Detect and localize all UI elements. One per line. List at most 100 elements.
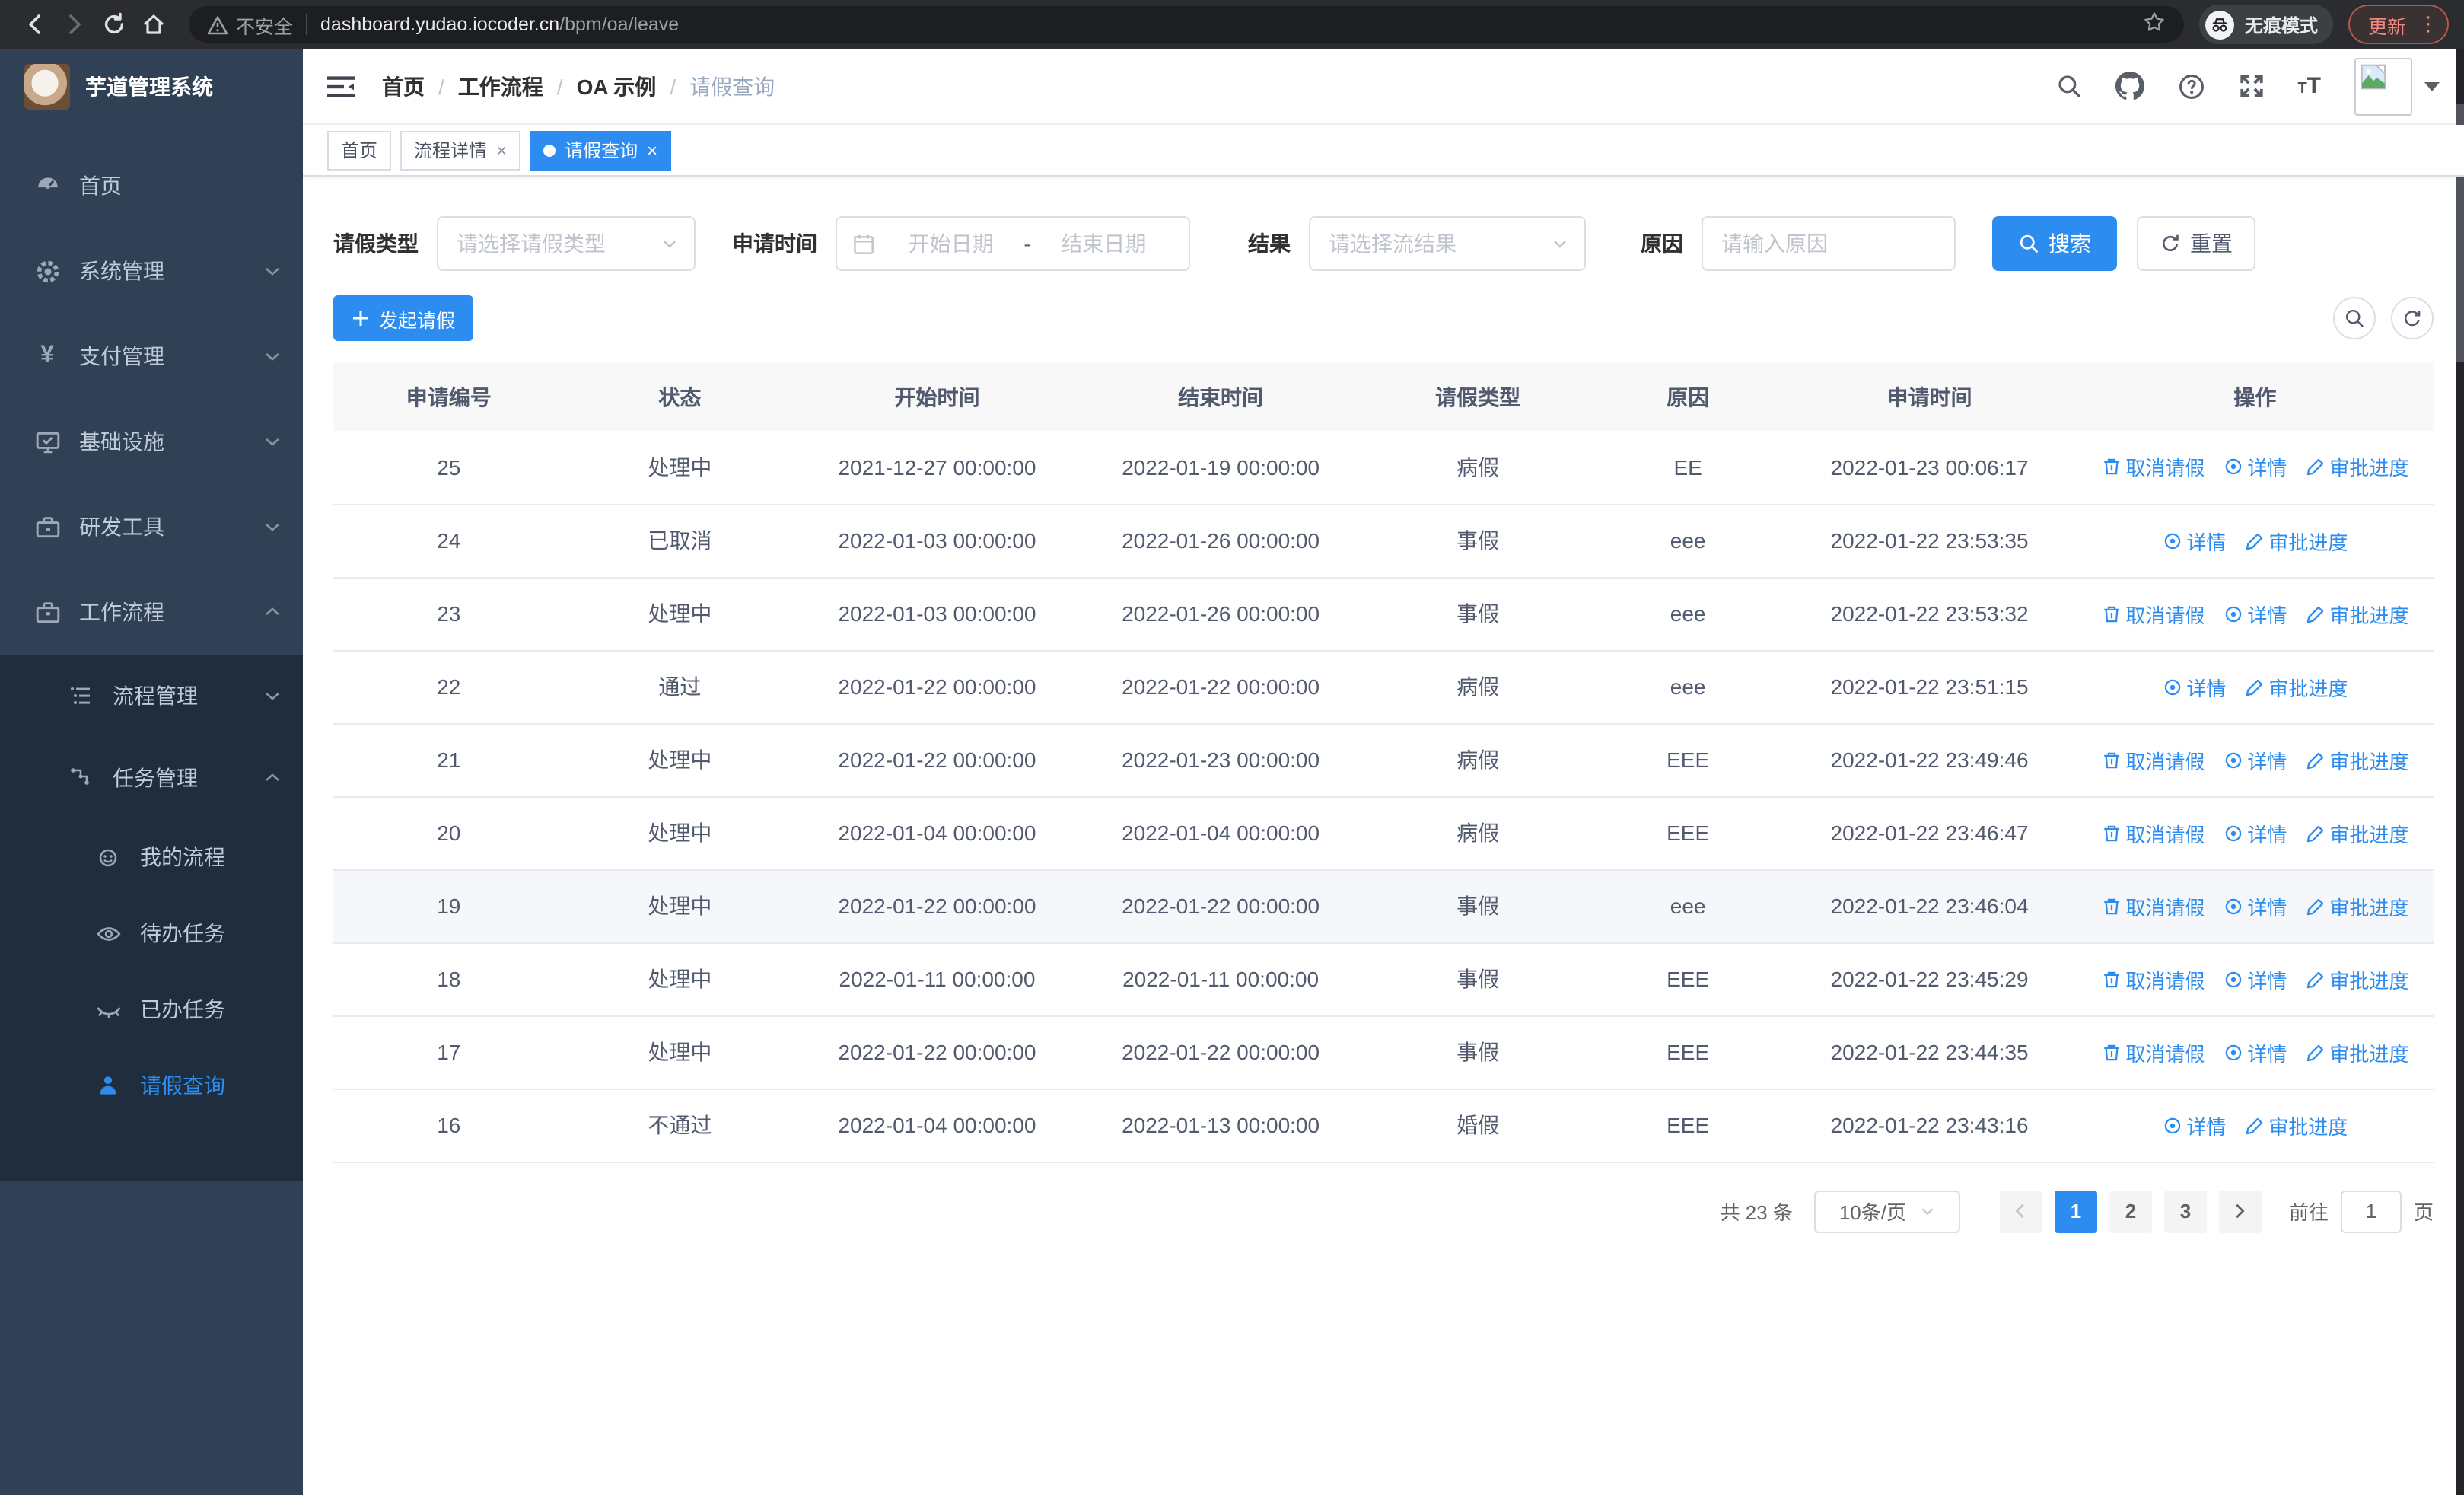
- approval-progress-link[interactable]: 审批进度: [2305, 891, 2408, 920]
- sidebar-item-label: 首页: [79, 174, 122, 198]
- reset-button[interactable]: 重置: [2137, 216, 2255, 271]
- cell-leave-type: 事假: [1362, 577, 1593, 651]
- approval-progress-link[interactable]: 审批进度: [2305, 964, 2408, 993]
- chevron-down-icon: [263, 347, 282, 365]
- forward-icon: [55, 5, 94, 44]
- cell-status: 通过: [564, 650, 796, 724]
- sidebar-item-done-tasks[interactable]: 已办任务: [0, 971, 303, 1047]
- cancel-leave-link[interactable]: 取消请假: [2101, 745, 2205, 774]
- reason-input[interactable]: [1721, 231, 1936, 256]
- detail-link[interactable]: 详情: [2223, 964, 2287, 993]
- action-label: 取消请假: [2125, 896, 2205, 919]
- detail-link[interactable]: 详情: [2223, 891, 2287, 920]
- goto-page-input[interactable]: [2340, 1190, 2402, 1232]
- avatar-caret-icon[interactable]: [2424, 81, 2440, 91]
- app-title: 芋道管理系统: [85, 75, 213, 99]
- eye-icon: [94, 920, 122, 946]
- cancel-leave-link[interactable]: 取消请假: [2101, 964, 2205, 993]
- breadcrumb-home[interactable]: 首页: [382, 71, 425, 101]
- page-size-select[interactable]: 10条/页: [1813, 1190, 1960, 1232]
- leave-type-select[interactable]: 请选择请假类型: [437, 216, 696, 271]
- sidebar-item-leave-query[interactable]: 请假查询: [0, 1047, 303, 1124]
- sidebar-item-infrastructure[interactable]: 基础设施: [0, 399, 303, 484]
- create-leave-button[interactable]: 发起请假: [333, 295, 474, 341]
- cancel-leave-link[interactable]: 取消请假: [2101, 891, 2205, 920]
- result-select[interactable]: 请选择流结果: [1309, 216, 1586, 271]
- home-icon[interactable]: [134, 5, 173, 44]
- font-size-icon[interactable]: TT: [2297, 75, 2321, 97]
- end-date-placeholder[interactable]: 结束日期: [1034, 228, 1173, 259]
- detail-link[interactable]: 详情: [2162, 672, 2226, 701]
- table-row: 17 处理中 2022-01-22 00:00:00 2022-01-22 00:00…: [333, 1015, 2434, 1089]
- tab-process-detail[interactable]: 流程详情 ×: [400, 130, 521, 170]
- browser-menu-icon[interactable]: ⋮: [2418, 12, 2438, 37]
- page-button-2[interactable]: 2: [2109, 1190, 2152, 1232]
- close-icon[interactable]: ×: [496, 139, 507, 161]
- approval-progress-link[interactable]: 审批进度: [2244, 526, 2348, 555]
- reason-label: 原因: [1641, 231, 1683, 256]
- bookmark-star-icon[interactable]: [2143, 11, 2166, 38]
- approval-progress-link[interactable]: 审批进度: [2305, 818, 2408, 847]
- cell-operations: 详情 审批进度: [2076, 650, 2434, 724]
- approval-progress-link[interactable]: 审批进度: [2305, 453, 2408, 482]
- sidebar-item-devtools[interactable]: 研发工具: [0, 484, 303, 569]
- page-scrollbar[interactable]: [2456, 49, 2464, 1495]
- fullscreen-icon[interactable]: [2238, 73, 2264, 99]
- detail-link[interactable]: 详情: [2162, 1111, 2226, 1140]
- search-icon[interactable]: [2055, 73, 2081, 99]
- sidebar-item-system[interactable]: 系统管理: [0, 228, 303, 314]
- back-icon[interactable]: [15, 5, 55, 44]
- breadcrumb-workflow[interactable]: 工作流程: [458, 71, 543, 101]
- cancel-leave-link[interactable]: 取消请假: [2101, 1038, 2205, 1066]
- sidebar-collapse-icon[interactable]: [327, 74, 355, 98]
- detail-link[interactable]: 详情: [2223, 453, 2287, 482]
- help-icon[interactable]: [2177, 72, 2205, 100]
- security-label: 不安全: [236, 16, 294, 37]
- update-button[interactable]: 更新 ⋮: [2348, 5, 2449, 44]
- close-icon[interactable]: ×: [647, 139, 657, 161]
- cancel-leave-link[interactable]: 取消请假: [2101, 599, 2205, 628]
- sidebar-item-task-mgmt[interactable]: 任务管理: [0, 737, 303, 819]
- sidebar-item-label: 请假查询: [140, 1073, 225, 1098]
- detail-link[interactable]: 详情: [2223, 745, 2287, 774]
- tab-home[interactable]: 首页: [327, 130, 392, 170]
- reload-icon[interactable]: [94, 5, 134, 44]
- tab-leave-query[interactable]: 请假查询 ×: [530, 130, 672, 170]
- approval-progress-link[interactable]: 审批进度: [2244, 672, 2348, 701]
- avatar[interactable]: [2354, 57, 2412, 115]
- approval-progress-link[interactable]: 审批进度: [2305, 745, 2408, 774]
- approval-progress-link[interactable]: 审批进度: [2244, 1111, 2348, 1140]
- sidebar-item-todo-tasks[interactable]: 待办任务: [0, 895, 303, 971]
- approval-progress-link[interactable]: 审批进度: [2305, 1038, 2408, 1066]
- page-button-1[interactable]: 1: [2054, 1190, 2097, 1232]
- sidebar-item-home[interactable]: 首页: [0, 143, 303, 228]
- incognito-badge: 无痕模式: [2198, 5, 2333, 44]
- detail-link[interactable]: 详情: [2223, 599, 2287, 628]
- cell-operations: 详情 审批进度: [2076, 504, 2434, 578]
- start-date-placeholder[interactable]: 开始日期: [881, 228, 1020, 259]
- github-icon[interactable]: [2115, 72, 2144, 100]
- cell-status: 处理中: [564, 577, 796, 651]
- sidebar-item-payment[interactable]: ¥ 支付管理: [0, 314, 303, 399]
- cell-status: 处理中: [564, 796, 796, 870]
- breadcrumb-oa-example[interactable]: OA 示例: [577, 71, 657, 101]
- page-button-3[interactable]: 3: [2163, 1190, 2207, 1232]
- search-button[interactable]: 搜索: [1992, 216, 2117, 271]
- approval-progress-link[interactable]: 审批进度: [2305, 599, 2408, 628]
- refresh-table-button[interactable]: [2391, 297, 2434, 339]
- detail-link[interactable]: 详情: [2162, 526, 2226, 555]
- sidebar-item-process-mgmt[interactable]: 流程管理: [0, 655, 303, 737]
- cancel-leave-link[interactable]: 取消请假: [2101, 818, 2205, 847]
- sidebar-item-my-process[interactable]: 我的流程: [0, 819, 303, 895]
- content: 请假类型 请选择请假类型 申请时间 开始日期 - 结束日期 结果 请选择流结果 …: [303, 177, 2464, 1495]
- detail-link[interactable]: 详情: [2223, 818, 2287, 847]
- detail-link[interactable]: 详情: [2223, 1038, 2287, 1066]
- toggle-search-button[interactable]: [2333, 297, 2376, 339]
- sidebar-item-workflow[interactable]: 工作流程: [0, 569, 303, 655]
- breadcrumb-separator: /: [438, 74, 444, 98]
- next-page-button[interactable]: [2218, 1190, 2262, 1232]
- cancel-leave-link[interactable]: 取消请假: [2101, 453, 2205, 482]
- cell-start-time: 2022-01-03 00:00:00: [795, 504, 1079, 578]
- apply-time-range-picker[interactable]: 开始日期 - 结束日期: [836, 216, 1190, 271]
- address-bar[interactable]: 不安全 dashboard.yudao.iocoder.cn/bpm/oa/le…: [189, 6, 2184, 43]
